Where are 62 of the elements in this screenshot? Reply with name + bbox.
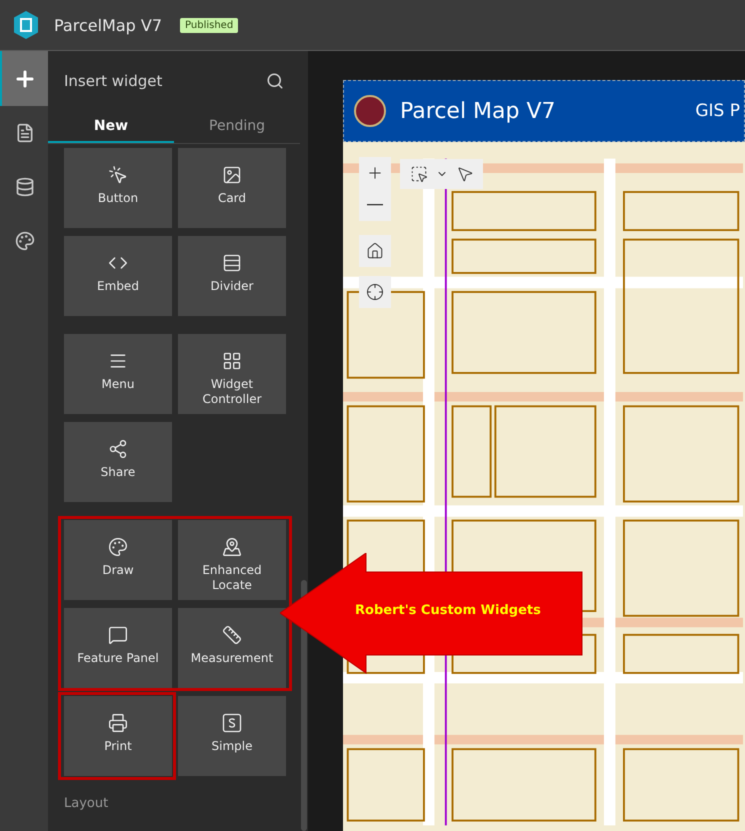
speech-bubble-icon [108, 625, 128, 645]
widget-label: Embed [97, 279, 139, 294]
widget-tile[interactable]: Card [178, 148, 286, 228]
widget-tile[interactable]: Print [64, 696, 172, 776]
grid-icon [222, 351, 242, 371]
widget-label: Button [98, 191, 138, 206]
home-button[interactable] [359, 235, 391, 267]
database-icon [15, 177, 35, 197]
home-icon [366, 242, 384, 260]
widget-label: Share [100, 465, 136, 480]
map-pin-icon [222, 537, 242, 557]
palette-icon [108, 537, 128, 557]
page-icon [15, 123, 35, 143]
panel-title: Insert widget [64, 72, 162, 90]
pointer-click-icon [108, 165, 128, 185]
app-title: ParcelMap V7 [54, 16, 162, 34]
widget-label: Card [218, 191, 246, 206]
widget-label: Draw [102, 563, 134, 578]
crosshair-icon [366, 283, 384, 301]
widget-label: Enhanced Locate [201, 563, 263, 593]
widget-label: Feature Panel [77, 651, 159, 666]
seal-logo [354, 95, 386, 127]
printer-icon [108, 713, 128, 733]
status-badge: Published [180, 18, 238, 32]
widget-tile[interactable]: Embed [64, 236, 172, 316]
widget-tile[interactable]: Widget Controller [178, 334, 286, 414]
select-icon [410, 165, 428, 183]
palette-icon [15, 231, 35, 251]
square-s-icon [222, 713, 242, 733]
callout-text: Robert's Custom Widgets [355, 603, 541, 618]
widget-tile[interactable]: Menu [64, 334, 172, 414]
tab[interactable]: Pending [174, 111, 300, 143]
widget-label: Measurement [190, 651, 274, 666]
widget-label: Widget Controller [201, 377, 263, 407]
widget-label: Print [104, 739, 132, 754]
widget-tile[interactable]: Button [64, 148, 172, 228]
rows-icon [222, 253, 242, 273]
header-text: GIS P [695, 101, 740, 121]
share-icon [108, 439, 128, 459]
widget-label: Simple [212, 739, 252, 754]
widget-tile[interactable]: Divider [178, 236, 286, 316]
widget-label: Divider [210, 279, 254, 294]
minus-icon [367, 204, 383, 206]
widget-tile[interactable]: Enhanced Locate [178, 520, 286, 600]
map-title: Parcel Map V7 [400, 98, 557, 124]
app-logo [12, 10, 40, 40]
search-icon[interactable] [266, 72, 284, 90]
tab[interactable]: New [48, 111, 174, 143]
image-icon [222, 165, 242, 185]
pointer-icon [456, 165, 474, 183]
zoom-out-button[interactable] [359, 189, 391, 221]
zoom-in-button[interactable] [359, 157, 391, 189]
ruler-icon [222, 625, 242, 645]
widget-label: Menu [102, 377, 134, 392]
section-heading: Layout [64, 796, 108, 811]
widget-tile[interactable]: Draw [64, 520, 172, 600]
locate-button[interactable] [359, 276, 391, 308]
widget-tile[interactable]: Measurement [178, 608, 286, 688]
widget-tile[interactable]: Feature Panel [64, 608, 172, 688]
widget-tile[interactable]: Share [64, 422, 172, 502]
select-toolbar[interactable] [400, 159, 483, 189]
widget-tile[interactable]: Simple [178, 696, 286, 776]
